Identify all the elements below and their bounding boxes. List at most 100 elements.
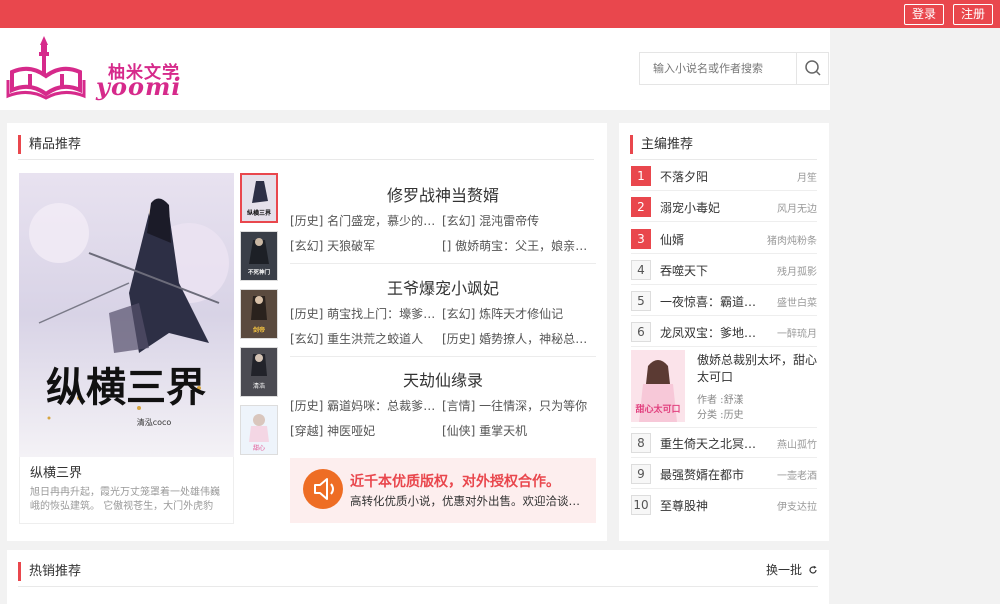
swap-label: 换一批 bbox=[766, 563, 803, 577]
featured-book-title-1[interactable]: 修罗战神当赘婿 bbox=[290, 182, 596, 206]
thumb-4[interactable]: 清浩 bbox=[240, 347, 278, 397]
thumb-3[interactable]: 剑帝 bbox=[240, 289, 278, 339]
big-book-title[interactable]: 纵横三界 bbox=[30, 465, 223, 483]
rank-author: 盛世白菜 bbox=[777, 298, 817, 309]
thumb-1[interactable]: 纵横三界 bbox=[240, 173, 278, 223]
login-button[interactable]: 登录 bbox=[904, 4, 944, 25]
search-icon bbox=[805, 60, 821, 76]
featured-link[interactable]: [玄幻] 混沌雷帝传 bbox=[442, 212, 597, 229]
rank-separator bbox=[631, 284, 817, 285]
cover-art: 纵横三界 清泓coco bbox=[19, 173, 234, 457]
author-label: 作者 : bbox=[697, 395, 724, 406]
thumb-cover-4: 清浩 bbox=[241, 348, 277, 396]
big-cover-image[interactable]: 纵横三界 清泓coco bbox=[19, 173, 234, 457]
thumb-5-text: 甜心 bbox=[253, 444, 265, 452]
featured-link[interactable]: [玄幻] 天狼破军 bbox=[290, 237, 440, 254]
editor-picks-panel: 主编推荐 1 不落夕阳 月笙 2 溺宠小毒妃 风月无边 3 仙婿 猪肉炖粉条 4… bbox=[619, 123, 829, 541]
swap-batch-button[interactable]: 换一批 bbox=[766, 561, 818, 578]
category-label: 分类 : bbox=[697, 410, 724, 421]
featured-panel: 精品推荐 纵横三界 清泓coco 纵横三界 旭日冉冉升起，霞光万丈笼罩着一处雄伟… bbox=[7, 123, 607, 541]
featured-book-title-2[interactable]: 王爷爆宠小飒妃 bbox=[290, 275, 596, 299]
featured-link[interactable]: [历史] 婚势撩人，神秘总裁… bbox=[442, 330, 597, 347]
refresh-icon bbox=[809, 565, 817, 574]
rank-number: 3 bbox=[631, 229, 651, 249]
rank-title: 最强赘婿在都市 bbox=[660, 468, 745, 482]
rank-title: 龙凤双宝：爹地宠妻 bbox=[660, 326, 760, 340]
speaker-icon bbox=[303, 469, 343, 509]
thumb-4-text: 清浩 bbox=[253, 382, 265, 390]
rank-author: 残月孤影 bbox=[777, 267, 817, 278]
rank-author: 风月无边 bbox=[777, 204, 817, 215]
featured-link[interactable]: [仙侠] 重掌天机 bbox=[442, 422, 597, 439]
featured-divider bbox=[18, 159, 594, 160]
cover-title-text: 纵横三界 bbox=[46, 364, 206, 411]
rank-separator bbox=[631, 488, 817, 489]
thumb-2[interactable]: 不死神门 bbox=[240, 231, 278, 281]
rank-author: 月笙 bbox=[797, 173, 817, 184]
featured-link[interactable]: [] 傲娇萌宝：父王，娘亲有药 bbox=[442, 237, 597, 254]
rank-title: 仙婿 bbox=[660, 233, 685, 247]
hot-divider bbox=[18, 586, 818, 587]
rank-7-cover-text: 甜心太可口 bbox=[635, 403, 680, 415]
hot-sales-title: 热销推荐 bbox=[18, 562, 81, 581]
cover-author-text: 清泓coco bbox=[137, 417, 172, 427]
rank-number: 2 bbox=[631, 197, 651, 217]
thumb-cover-2: 不死神门 bbox=[241, 232, 277, 280]
rank-7-category: 分类 :历史 bbox=[697, 406, 744, 421]
rank-7-cover[interactable]: 甜心太可口 bbox=[631, 350, 685, 422]
rank-7-title[interactable]: 傲娇总裁别太坏，甜心太可口 bbox=[697, 352, 819, 386]
licensing-promo-banner[interactable]: 近千本优质版权，对外授权合作。 高转化优质小说，优惠对外出售。欢迎洽谈合作 bbox=[290, 458, 596, 523]
big-cover-caption: 纵横三界 旭日冉冉升起，霞光万丈笼罩着一处雄伟巍峨的恢弘建筑。 它傲视苍生，大门… bbox=[19, 457, 234, 524]
rank-number: 10 bbox=[631, 495, 651, 515]
featured-link[interactable]: [历史] 霸道妈咪：总裁爹地… bbox=[290, 397, 440, 414]
rank-separator bbox=[631, 457, 817, 458]
rank-separator bbox=[631, 221, 817, 222]
rank-number: 9 bbox=[631, 464, 651, 484]
thumb-1-text: 纵横三界 bbox=[247, 209, 272, 217]
featured-link[interactable]: [穿越] 神医哑妃 bbox=[290, 422, 440, 439]
rank-separator bbox=[631, 253, 817, 254]
rank-number: 5 bbox=[631, 291, 651, 311]
thumb-3-text: 剑帝 bbox=[252, 326, 265, 334]
featured-link[interactable]: [历史] 名门盛宠，慕少的偷… bbox=[290, 212, 440, 229]
thumb-5[interactable]: 甜心 bbox=[240, 405, 278, 455]
category-value: 历史 bbox=[723, 410, 744, 421]
promo-title: 近千本优质版权，对外授权合作。 bbox=[350, 474, 560, 490]
thumb-cover-5: 甜心 bbox=[241, 406, 277, 454]
rank-number: 4 bbox=[631, 260, 651, 280]
top-bar bbox=[0, 0, 1000, 28]
featured-link[interactable]: [玄幻] 重生洪荒之蛟道人 bbox=[290, 330, 440, 347]
rank-7-author: 作者 :舒漾 bbox=[697, 391, 744, 406]
editor-picks-title: 主编推荐 bbox=[630, 135, 693, 154]
rank-title: 至尊股神 bbox=[660, 499, 709, 513]
search-box bbox=[639, 52, 829, 85]
featured-book-title-3[interactable]: 天劫仙缘录 bbox=[290, 367, 596, 391]
logo-text-en: yoomi bbox=[96, 72, 182, 101]
hot-sales-panel: 热销推荐 换一批 bbox=[7, 550, 829, 604]
rank-separator bbox=[631, 315, 817, 316]
search-button[interactable] bbox=[796, 53, 828, 84]
rank-title: 吞噬天下 bbox=[660, 264, 709, 278]
featured-link[interactable]: [历史] 萌宝找上门：壕爹妈… bbox=[290, 305, 440, 322]
rank-title: 溺宠小毒妃 bbox=[660, 201, 721, 215]
editor-divider bbox=[631, 159, 817, 160]
rank-author: 燕山孤竹 bbox=[777, 440, 817, 451]
thumb-2-text: 不死神门 bbox=[248, 268, 271, 276]
featured-title: 精品推荐 bbox=[18, 135, 81, 154]
book-logo-icon bbox=[6, 36, 86, 100]
search-input[interactable] bbox=[640, 53, 796, 84]
promo-subtitle: 高转化优质小说，优惠对外出售。欢迎洽谈合作 bbox=[350, 494, 580, 508]
big-book-desc: 旭日冉冉升起，霞光万丈笼罩着一处雄伟巍峨的恢弘建筑。 它傲视苍生，大门外虎豹豺狼… bbox=[30, 487, 220, 512]
rank-number: 6 bbox=[631, 322, 651, 342]
featured-link[interactable]: [玄幻] 炼阵天才修仙记 bbox=[442, 305, 597, 322]
rank-title: 重生倚天之北冥神功 bbox=[660, 437, 760, 451]
rank-number: 8 bbox=[631, 433, 651, 453]
rank-author: 猪肉炖粉条 bbox=[767, 236, 817, 247]
author-value: 舒漾 bbox=[723, 395, 744, 406]
featured-link[interactable]: [言情] 一往情深，只为等你 bbox=[442, 397, 597, 414]
rank-number: 1 bbox=[631, 166, 651, 186]
header-side-strip bbox=[830, 28, 1000, 110]
featured-separator bbox=[290, 356, 596, 357]
register-button[interactable]: 注册 bbox=[953, 4, 993, 25]
thumb-cover-3: 剑帝 bbox=[241, 290, 277, 338]
